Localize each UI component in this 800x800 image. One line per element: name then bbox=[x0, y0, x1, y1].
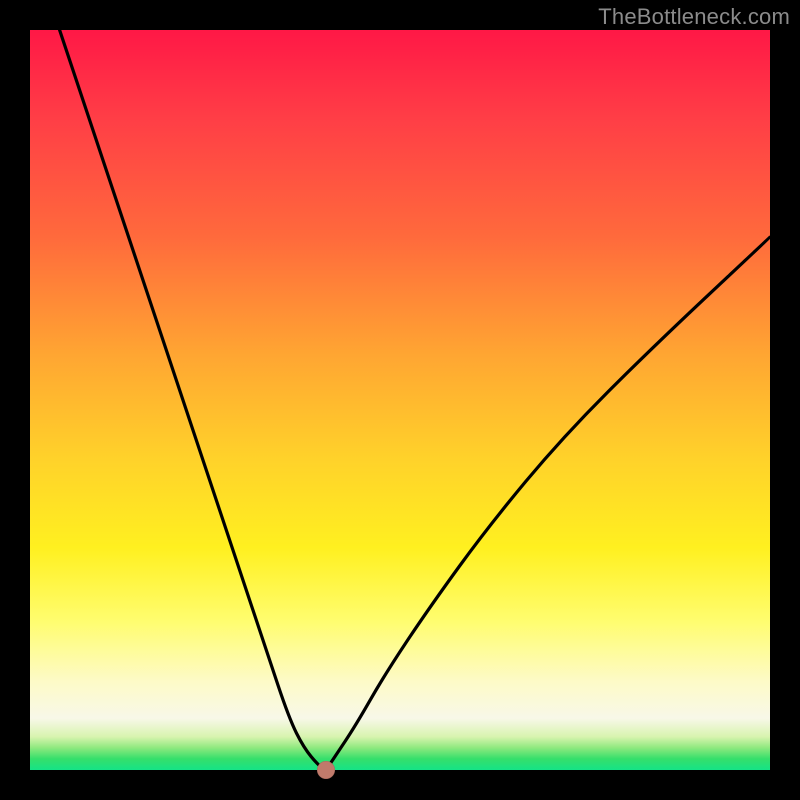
curve-layer bbox=[30, 30, 770, 770]
minimum-marker bbox=[317, 761, 335, 779]
watermark-text: TheBottleneck.com bbox=[598, 4, 790, 30]
plot-area bbox=[30, 30, 770, 770]
chart-frame: TheBottleneck.com bbox=[0, 0, 800, 800]
bottleneck-curve bbox=[60, 30, 770, 768]
